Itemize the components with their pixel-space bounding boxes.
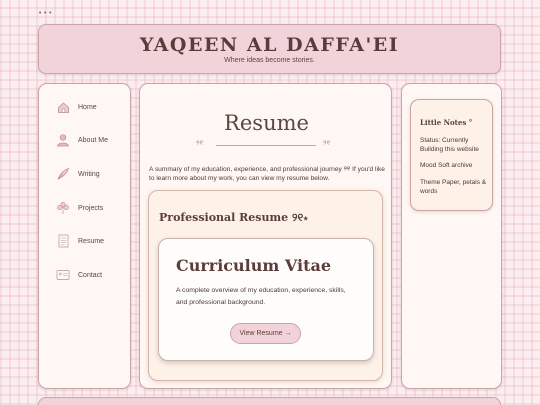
view-resume-button[interactable]: View Resume →: [230, 323, 301, 344]
quill-icon: [56, 167, 70, 181]
footer: [38, 397, 501, 405]
sidebar-item-projects[interactable]: Projects: [56, 200, 103, 216]
menu-dots[interactable]: •••: [38, 9, 53, 17]
cv-title: Curriculum Vitae: [176, 256, 332, 275]
notes-title: Little Notes °: [420, 118, 473, 127]
divider-glyph-right: ୨୧: [323, 139, 331, 147]
divider-line: [216, 145, 316, 146]
sidebar-item-label: Home: [78, 103, 97, 111]
person-icon: [56, 133, 70, 147]
sidebar-item-label: Resume: [78, 237, 105, 245]
note-theme: Theme Paper, petals & words: [420, 179, 487, 195]
sidebar-item-about-me[interactable]: About Me: [56, 132, 108, 148]
flower-icon: [56, 201, 70, 215]
sidebar-item-contact[interactable]: Contact: [56, 267, 102, 283]
note-mood: Mood Soft archive: [420, 162, 473, 169]
sidebar-item-label: Projects: [78, 204, 104, 212]
site-title[interactable]: YAQEEN AL DAFFA'EI: [39, 34, 500, 56]
cv-description: A complete overview of my education, exp…: [176, 287, 346, 306]
intro-text: A summary of my education, experience, a…: [149, 166, 385, 182]
house-icon: [56, 100, 70, 114]
divider-glyph-left: ୨୧: [196, 139, 204, 147]
little-notes-card: Little Notes ° Status: Currently Buildin…: [410, 99, 493, 211]
site-header: YAQEEN AL DAFFA'EI Where ideas become st…: [38, 24, 501, 74]
sidebar-item-label: Writing: [78, 170, 100, 178]
ornamental-divider: ୨୧ ୨୧: [140, 139, 393, 151]
note-status: Status: Currently Building this website: [420, 137, 479, 153]
sidebar-item-writing[interactable]: Writing: [56, 166, 100, 182]
sidebar-item-label: Contact: [78, 271, 103, 279]
id-card-icon: [56, 268, 70, 282]
document-icon: [56, 234, 70, 248]
page-title: Resume: [224, 111, 309, 135]
sidebar-item-home[interactable]: Home: [56, 99, 97, 115]
sidebar-item-label: About Me: [78, 136, 108, 144]
site-tagline: Where ideas become stories.: [224, 57, 315, 64]
section-heading: Professional Resume ୨୧⋆: [159, 211, 309, 224]
sidebar-item-resume[interactable]: Resume: [56, 233, 104, 249]
sidebar-nav: Home About Me Writing Projects Resume Co…: [38, 83, 131, 389]
